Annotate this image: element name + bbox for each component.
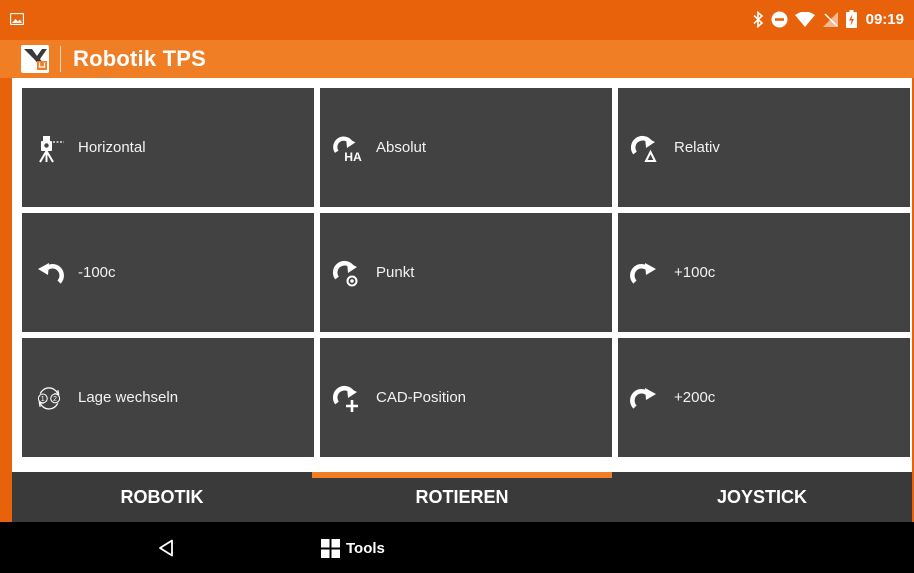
rotation-grid: Horizontal HA Absolut Relativ -100c Punk…	[12, 78, 912, 472]
minus-100c-button[interactable]: -100c	[22, 213, 314, 332]
total-station-icon	[34, 133, 64, 163]
tab-label: ROBOTIK	[120, 486, 204, 507]
tab-rotieren[interactable]: ROTIEREN	[312, 472, 612, 522]
rotate-cad-icon	[332, 383, 362, 413]
grid-icon	[321, 539, 340, 558]
tile-label: +200c	[674, 389, 716, 406]
rotate-ha-icon: HA	[332, 133, 362, 163]
system-nav-bar: Tools	[0, 522, 914, 573]
tab-robotik[interactable]: ROBOTIK	[12, 472, 312, 522]
status-time: 09:19	[865, 10, 904, 28]
rotate-right-icon	[630, 383, 660, 413]
bluetooth-icon	[753, 10, 763, 28]
absolut-button[interactable]: HA Absolut	[320, 88, 612, 207]
cad-position-button[interactable]: CAD-Position	[320, 338, 612, 457]
do-not-disturb-icon	[771, 11, 788, 27]
image-notification-icon	[10, 13, 24, 25]
app-bar-divider	[60, 46, 61, 72]
punkt-button[interactable]: Punkt	[320, 213, 612, 332]
plus-100c-button[interactable]: +100c	[618, 213, 910, 332]
svg-text:HA: HA	[344, 150, 362, 163]
tile-label: +100c	[674, 264, 716, 281]
face-change-icon: 1 2	[34, 383, 64, 413]
tile-label: Lage wechseln	[78, 389, 179, 406]
app-title: Robotik TPS	[73, 46, 206, 71]
tile-label: CAD-Position	[376, 389, 467, 406]
tile-label: -100c	[78, 264, 116, 281]
no-signal-icon	[822, 11, 838, 27]
rotate-delta-icon	[630, 133, 660, 163]
horizontal-button[interactable]: Horizontal	[22, 88, 314, 207]
status-bar: 09:19	[0, 0, 914, 40]
tile-label: Punkt	[376, 264, 415, 281]
wifi-icon	[794, 11, 815, 27]
rotate-right-icon	[630, 258, 660, 288]
rotate-point-icon	[332, 258, 362, 288]
relativ-button[interactable]: Relativ	[618, 88, 910, 207]
lage-wechseln-button[interactable]: 1 2 Lage wechseln	[22, 338, 314, 457]
tools-button[interactable]: Tools	[321, 539, 385, 558]
app-logo-icon	[21, 45, 49, 73]
tab-joystick[interactable]: JOYSTICK	[612, 472, 912, 522]
plus-200c-button[interactable]: +200c	[618, 338, 910, 457]
tile-label: Relativ	[674, 139, 720, 156]
tab-bar: ROBOTIK ROTIEREN JOYSTICK	[12, 472, 912, 522]
tile-label: Horizontal	[78, 139, 146, 156]
app-bar: Robotik TPS	[0, 40, 914, 78]
tab-label: JOYSTICK	[716, 486, 808, 507]
tile-label: Absolut	[376, 139, 427, 156]
svg-text:1: 1	[41, 396, 45, 403]
svg-text:2: 2	[53, 396, 57, 403]
tools-label: Tools	[346, 540, 385, 557]
back-icon[interactable]	[158, 539, 174, 557]
battery-charging-icon	[845, 10, 857, 28]
rotate-left-icon	[34, 258, 64, 288]
tab-label: ROTIEREN	[415, 486, 509, 507]
